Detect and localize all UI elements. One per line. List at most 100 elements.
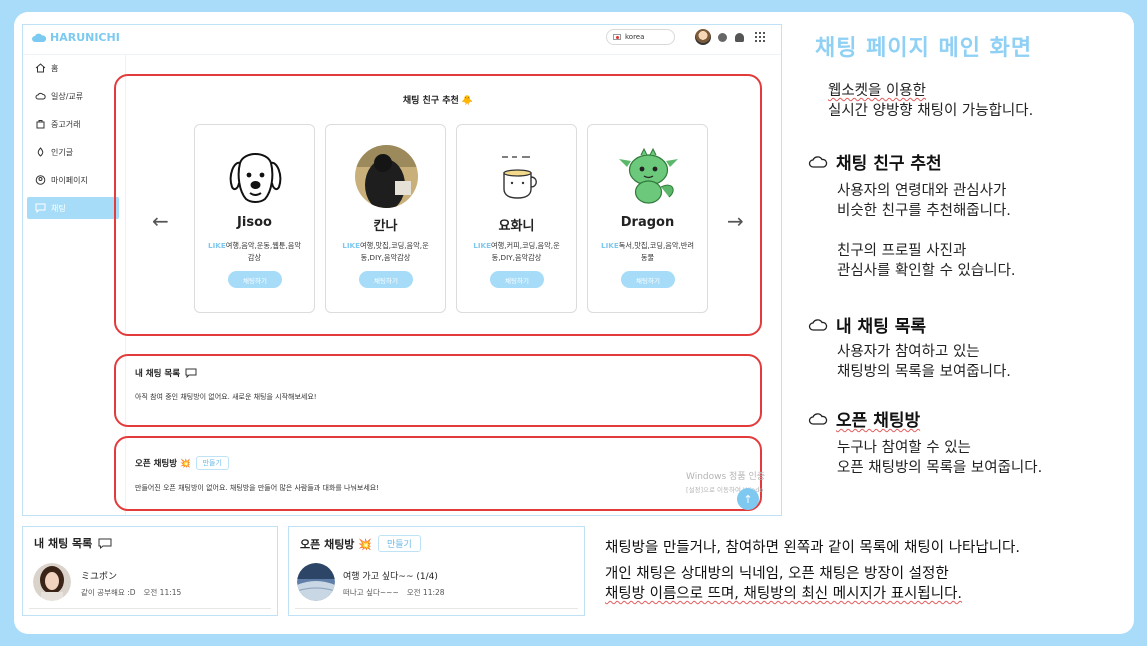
profile-avatar[interactable]: [695, 29, 711, 45]
dog-avatar: [229, 153, 282, 203]
bottom-note: 채팅방을 만들거나, 참여하면 왼쪽과 같이 목록에 채팅이 나타납니다. 개인…: [605, 538, 1020, 604]
sidebar-item-popular[interactable]: 인기글: [27, 141, 119, 163]
my-chats-title: 내 채팅 목록: [135, 367, 197, 379]
friend-recommend-section: 채팅 친구 추천 🐥 ← → Jisoo LIKE여행,음악,운동,웹툰,음악 감…: [114, 74, 762, 336]
sidebar-item-chat[interactable]: 채팅: [27, 197, 119, 219]
top-bar: HARUNICHI korea: [23, 25, 781, 55]
cloud-logo-icon: [32, 33, 47, 42]
sidebar-item-daily[interactable]: 일상/교류: [27, 85, 119, 107]
chat-icon: [35, 203, 46, 213]
sidebar-item-mypage[interactable]: 마이페이지: [27, 169, 119, 191]
chat-time: 오전 11:28: [406, 588, 445, 597]
flame-icon: [37, 147, 44, 157]
interests-line: 독서,맛집,코딩,음악,반려: [618, 241, 694, 250]
scroll-top-button[interactable]: ↑: [737, 488, 759, 510]
chat-button[interactable]: 채팅하기: [621, 271, 675, 288]
make-chat-button[interactable]: 만들기: [377, 535, 421, 552]
like-label: LIKE: [342, 241, 361, 250]
sidebar-item-market[interactable]: 중고거래: [27, 113, 119, 135]
feature-title-text: 내 채팅 목록: [836, 317, 927, 337]
friend-name: 칸나: [373, 219, 398, 234]
feature-description: 사용자의 연령대와 관심사가 비슷한 친구를 추천해줍니다. 친구의 프로필 사…: [837, 181, 1016, 281]
friend-name: 요화니: [498, 219, 535, 234]
chat-message: 떠나고 싶다~~~: [343, 588, 399, 597]
chat-icon: [98, 538, 112, 549]
bag-icon: [36, 120, 45, 129]
like-label: LIKE: [208, 241, 226, 250]
interests-line: 여행,음악,운동,웹툰,음악: [225, 241, 301, 250]
friend-card: Jisoo LIKE여행,음악,운동,웹툰,음악 감상 채팅하기: [194, 124, 315, 313]
open-chats-section: 오픈 채팅방 💥 만들기 만들어진 오픈 채팅방이 없어요. 채팅방을 만들어 …: [114, 436, 762, 511]
open-chat-thumbnail: [297, 563, 335, 601]
feature-line: 사용자가 참여하고 있는: [837, 344, 980, 360]
panel-title: 내 채팅 목록: [34, 535, 112, 551]
chat-icon: [185, 368, 197, 378]
recommend-title: 채팅 친구 추천 🐥: [402, 96, 474, 106]
make-chat-button[interactable]: 만들기: [195, 456, 229, 470]
panel-title-text: 내 채팅 목록: [34, 537, 93, 550]
open-chats-title: 오픈 채팅방 💥 만들기: [135, 456, 229, 470]
friend-interests: LIKE여행,맛집,코딩,음악,운 동,DIY,음악감상: [334, 240, 437, 264]
feature-line: 사용자의 연령대와 관심사가: [837, 183, 1007, 199]
feature-spacer: [837, 221, 1016, 241]
interests-line: 동물: [640, 253, 655, 262]
friend-card: 칸나 LIKE여행,맛집,코딩,음악,운 동,DIY,음악감상 채팅하기: [325, 124, 446, 313]
app-window: HARUNICHI korea 홈 일상/교류 중고거래 인기글 마이페이지 채…: [22, 24, 782, 516]
divider: [295, 608, 578, 609]
feature-title: 내 채팅 목록: [808, 312, 926, 337]
dragon-avatar: [619, 147, 678, 204]
friend-interests: LIKE여행,음악,운동,웹툰,음악감상: [203, 240, 306, 264]
feature-title: 오픈 채팅방: [808, 406, 920, 431]
interests-line: 여행,맛집,코딩,음악,운: [360, 241, 429, 250]
divider: [29, 608, 271, 609]
bottom-line: 개인 채팅은 상대방의 닉네임, 오픈 채팅은 방장이 설정한: [605, 566, 949, 582]
friend-card: Dragon LIKE독서,맛집,코딩,음악,반려 동물 채팅하기: [587, 124, 708, 313]
apps-grid-icon[interactable]: [755, 32, 765, 42]
prev-arrow-icon[interactable]: ←: [152, 209, 169, 233]
open-chats-empty-text: 만들어진 오픈 채팅방이 없어요. 채팅방을 만들어 많은 사람들과 대화를 나…: [135, 484, 380, 492]
feature-line: 비슷한 친구를 추천해줍니다.: [837, 203, 1011, 219]
friend-name: Dragon: [620, 215, 675, 230]
sidebar-item-label: 마이페이지: [51, 175, 88, 185]
chat-button[interactable]: 채팅하기: [490, 271, 544, 288]
cloud-icon: [808, 318, 828, 331]
chat-preview: 떠나고 싶다~~~ 오전 11:28: [343, 587, 445, 598]
my-chats-section: 내 채팅 목록 아직 참여 중인 채팅방이 없어요. 새로운 채팅을 시작해보세…: [114, 354, 762, 427]
feature-description: 누구나 참여할 수 있는 오픈 채팅방의 목록을 보여줍니다.: [837, 438, 1042, 478]
logo[interactable]: HARUNICHI: [31, 31, 120, 44]
bottom-line: 채팅방 이름으로 뜨며, 채팅방의 최신 메시지가 표시됩니다.: [605, 586, 963, 602]
sidebar-item-label: 인기글: [51, 147, 74, 157]
chat-name[interactable]: ミユポン: [81, 569, 117, 582]
panel-title: 오픈 채팅방 💥 만들기: [300, 535, 421, 552]
chat-button[interactable]: 채팅하기: [228, 271, 282, 288]
logo-text: HARUNICHI: [50, 31, 120, 44]
language-selector[interactable]: korea: [606, 29, 675, 45]
feature-line: 오픈 채팅방의 목록을 보여줍니다.: [837, 460, 1043, 476]
next-arrow-icon[interactable]: →: [727, 209, 744, 233]
feature-line: 관심사를 확인할 수 있습니다.: [837, 263, 1016, 279]
panel-title-text: 오픈 채팅방 💥: [300, 537, 372, 551]
feature-title-text: 오픈 채팅방: [836, 411, 921, 431]
chat-bubble-icon[interactable]: [718, 33, 727, 42]
chat-name[interactable]: 여행 가고 싶다~~ (1/4): [343, 569, 438, 582]
home-icon: [35, 63, 46, 73]
chat-button[interactable]: 채팅하기: [359, 271, 413, 288]
korea-flag-icon: [613, 34, 621, 40]
intro-text: 웹소켓을 이용한 실시간 양방향 채팅이 가능합니다.: [828, 81, 1033, 121]
language-label: korea: [625, 33, 645, 41]
feature-line: 친구의 프로필 사진과: [837, 243, 967, 259]
open-chats-panel: 오픈 채팅방 💥 만들기 여행 가고 싶다~~ (1/4) 떠나고 싶다~~~ 오…: [288, 526, 585, 616]
sidebar-item-home[interactable]: 홈: [27, 57, 119, 79]
watermark-line: Windows 정품 인증: [686, 472, 766, 482]
slide-heading: 채팅 페이지 메인 화면: [815, 36, 1033, 61]
sidebar-item-label: 채팅: [51, 203, 66, 213]
interests-line: 감상: [247, 253, 262, 262]
user-icon: [35, 175, 46, 185]
friend-interests: LIKE독서,맛집,코딩,음악,반려 동물: [596, 240, 699, 264]
feature-line: 채팅방의 목록을 보여줍니다.: [837, 364, 1011, 380]
interests-line: 동,DIY,음악감상: [491, 253, 542, 262]
bell-icon[interactable]: [735, 33, 744, 42]
cloud-icon: [35, 92, 46, 100]
feature-title: 채팅 친구 추천: [808, 149, 942, 174]
like-label: LIKE: [473, 241, 492, 250]
